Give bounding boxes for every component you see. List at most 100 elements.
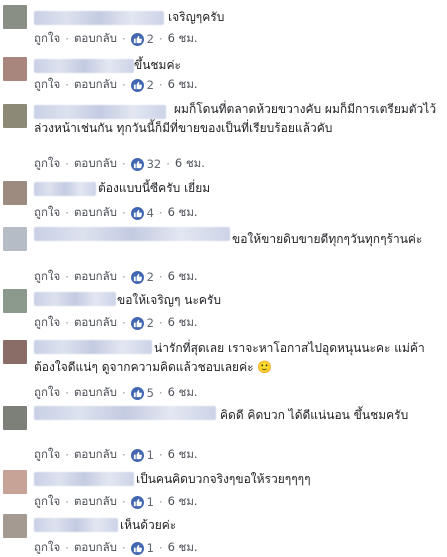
like-thumb-icon[interactable] xyxy=(130,448,144,462)
separator: · xyxy=(158,495,163,509)
comment-text: ขอให้เจริญๆ นะครับ xyxy=(117,293,221,307)
like-count[interactable]: 2 xyxy=(147,316,154,330)
separator: · xyxy=(65,206,69,220)
like-thumb-icon[interactable] xyxy=(130,78,144,92)
like-thumb-icon[interactable] xyxy=(130,157,144,171)
reply-link[interactable]: ตอบกลับ xyxy=(74,539,117,557)
like-thumb-icon[interactable] xyxy=(130,32,144,46)
timestamp[interactable]: 6 ชม. xyxy=(168,268,198,286)
separator: · xyxy=(121,78,126,92)
author-name-blurred[interactable] xyxy=(34,518,118,532)
separator: · xyxy=(121,270,126,284)
like-link[interactable]: ถูกใจ xyxy=(34,155,60,173)
timestamp[interactable]: 6 ชม. xyxy=(168,446,198,464)
separator: · xyxy=(121,448,126,462)
like-thumb-icon[interactable] xyxy=(130,495,144,509)
reply-link[interactable]: ตอบกลับ xyxy=(74,268,117,286)
like-count[interactable]: 4 xyxy=(147,206,154,220)
separator: · xyxy=(65,386,69,400)
separator: · xyxy=(65,32,69,46)
separator: · xyxy=(158,206,163,220)
reply-link[interactable]: ตอบกลับ xyxy=(74,204,117,222)
separator: · xyxy=(65,270,69,284)
separator: · xyxy=(65,448,69,462)
separator: · xyxy=(158,270,163,284)
separator: · xyxy=(158,316,163,330)
reply-link[interactable]: ตอบกลับ xyxy=(74,30,117,48)
reply-link[interactable]: ตอบกลับ xyxy=(74,493,117,511)
comment-text: เห็นด้วยค่ะ xyxy=(120,518,177,532)
avatar[interactable] xyxy=(3,470,27,494)
reply-link[interactable]: ตอบกลับ xyxy=(74,76,117,94)
like-thumb-icon[interactable] xyxy=(130,316,144,330)
separator: · xyxy=(121,316,126,330)
like-link[interactable]: ถูกใจ xyxy=(34,539,60,557)
timestamp[interactable]: 6 ชม. xyxy=(168,384,198,402)
timestamp[interactable]: 6 ชม. xyxy=(168,539,198,557)
separator: · xyxy=(121,206,126,220)
like-link[interactable]: ถูกใจ xyxy=(34,76,60,94)
comment-text: เจริญๆครับ xyxy=(168,10,225,24)
timestamp[interactable]: 6 ชม. xyxy=(168,204,198,222)
like-link[interactable]: ถูกใจ xyxy=(34,314,60,332)
like-link[interactable]: ถูกใจ xyxy=(34,30,60,48)
like-thumb-icon[interactable] xyxy=(130,270,144,284)
like-count[interactable]: 1 xyxy=(147,541,154,555)
separator: · xyxy=(158,78,163,92)
like-link[interactable]: ถูกใจ xyxy=(34,446,60,464)
like-count[interactable]: 2 xyxy=(147,270,154,284)
author-name-blurred[interactable] xyxy=(34,11,164,25)
like-count[interactable]: 1 xyxy=(147,495,154,509)
separator: · xyxy=(158,386,163,400)
separator: · xyxy=(121,157,126,171)
like-link[interactable]: ถูกใจ xyxy=(34,204,60,222)
avatar[interactable] xyxy=(3,227,27,251)
avatar[interactable] xyxy=(3,289,27,313)
author-name-blurred[interactable] xyxy=(34,292,116,306)
comment-text: ขึ้นชมค่ะ xyxy=(134,58,181,72)
like-count[interactable]: 32 xyxy=(147,157,162,171)
timestamp[interactable]: 6 ชม. xyxy=(168,76,198,94)
author-name-blurred[interactable] xyxy=(34,472,134,486)
reply-link[interactable]: ตอบกลับ xyxy=(74,384,117,402)
separator: · xyxy=(65,541,69,555)
separator: · xyxy=(158,32,163,46)
author-name-blurred[interactable] xyxy=(34,59,134,73)
timestamp[interactable]: 6 ชม. xyxy=(168,493,198,511)
separator: · xyxy=(166,157,170,171)
avatar[interactable] xyxy=(3,514,27,538)
separator: · xyxy=(158,448,163,462)
avatar[interactable] xyxy=(3,406,27,430)
like-thumb-icon[interactable] xyxy=(130,386,144,400)
like-link[interactable]: ถูกใจ xyxy=(34,493,60,511)
like-thumb-icon[interactable] xyxy=(130,206,144,220)
timestamp[interactable]: 6 ชม. xyxy=(168,314,198,332)
timestamp[interactable]: 6 ชม. xyxy=(175,155,205,173)
reply-link[interactable]: ตอบกลับ xyxy=(74,446,117,464)
like-link[interactable]: ถูกใจ xyxy=(34,384,60,402)
reply-link[interactable]: ตอบกลับ xyxy=(74,314,117,332)
author-name-blurred[interactable] xyxy=(34,182,96,196)
like-count[interactable]: 2 xyxy=(147,78,154,92)
separator: · xyxy=(65,316,69,330)
comment-text: ขอให้ขายดิบขายดีทุกๆวันทุกๆร้านค่ะ xyxy=(232,232,423,246)
comment-text: ต้องแบบนี้ซีครับ เยี่ยม xyxy=(98,181,211,195)
separator: · xyxy=(65,495,69,509)
like-count[interactable]: 2 xyxy=(147,32,154,46)
separator: · xyxy=(121,386,126,400)
avatar[interactable] xyxy=(3,57,27,81)
like-count[interactable]: 1 xyxy=(147,448,154,462)
avatar[interactable] xyxy=(3,104,27,128)
timestamp[interactable]: 6 ชม. xyxy=(168,30,198,48)
comment-text: คิดดี คิดบวก ได้ดีแน่นอน ขึ้นชมครับ xyxy=(220,408,409,422)
like-count[interactable]: 5 xyxy=(147,386,154,400)
reply-link[interactable]: ตอบกลับ xyxy=(74,155,117,173)
comment-text: น่ารักที่สุดเลย เราจะหาโอกาสไปอุดหนุนนะค… xyxy=(34,341,425,374)
avatar[interactable] xyxy=(3,181,27,205)
like-thumb-icon[interactable] xyxy=(130,541,144,555)
avatar[interactable] xyxy=(3,340,27,364)
like-link[interactable]: ถูกใจ xyxy=(34,268,60,286)
comment-text: ผมก็โดนที่ตลาดห้วยขวางคับ ผมก็มีการเตรีย… xyxy=(34,102,437,135)
avatar[interactable] xyxy=(3,5,27,29)
separator: · xyxy=(121,541,126,555)
